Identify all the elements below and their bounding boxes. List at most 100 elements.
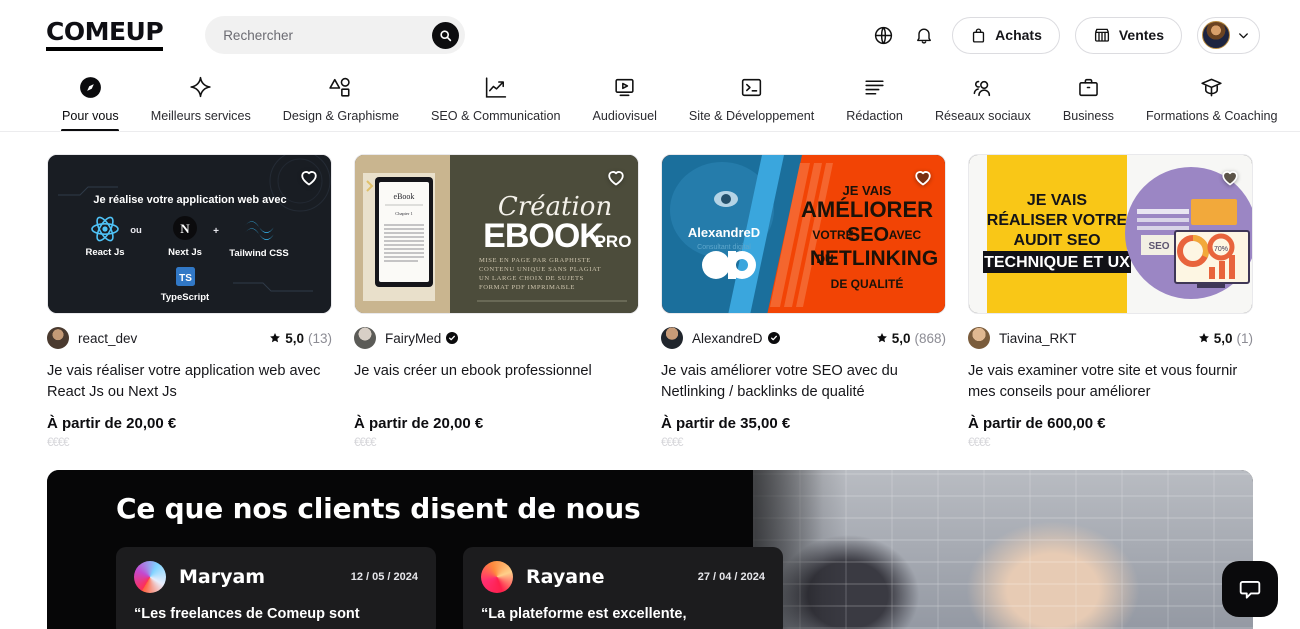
nav-item-audiovisuel[interactable]: Audiovisuel [576,74,672,123]
header-actions: Achats Ventes [870,16,1260,54]
svg-text:TECHNIQUE ET UX: TECHNIQUE ET UX [984,254,1130,271]
storefront-icon [1094,28,1109,42]
trend-up-icon [483,74,508,100]
notifications-button[interactable] [911,22,937,48]
testimonial-header: Maryam 12 / 05 / 2024 [134,561,418,593]
verified-badge-icon [767,332,780,344]
seller-name[interactable]: FairyMed [385,331,441,346]
briefcase-icon [1076,74,1101,100]
service-card[interactable]: AlexandreD Consultant digital JE VAIS AM… [661,154,946,449]
seller-name[interactable]: Tiavina_RKT [999,331,1077,346]
testimonial-name: Maryam [179,566,266,588]
chat-widget-button[interactable] [1222,561,1278,617]
thumbnail-art-yellow-audit: JE VAIS RÉALISER VOTRE AUDIT SEO TECHNIQ… [969,155,1252,313]
account-menu-button[interactable] [1197,16,1260,54]
service-title[interactable]: Je vais examiner votre site et vous four… [968,361,1253,403]
nav-item-site-developpement[interactable]: Site & Développement [673,74,830,123]
nav-divider [0,131,1300,132]
svg-text:+: + [213,226,219,237]
rating-score: 5,0 [891,330,911,346]
nav-item-seo-communication[interactable]: SEO & Communication [415,74,577,123]
purchases-button[interactable]: Achats [952,16,1060,54]
service-thumbnail[interactable]: Je réalise votre application web avec Re… [47,154,332,314]
verified-badge-icon [446,332,459,344]
thumbnail-art-orange-seo: AlexandreD Consultant digital JE VAIS AM… [662,155,945,313]
testimonial-date: 12 / 05 / 2024 [350,571,418,583]
seller-name[interactable]: AlexandreD [692,331,763,346]
rating: 5,0 (1) [1198,331,1253,346]
service-thumbnail[interactable]: AlexandreD Consultant digital JE VAIS AM… [661,154,946,314]
service-title[interactable]: Je vais améliorer votre SEO avec du Netl… [661,361,946,403]
favorite-heart-icon[interactable] [1219,166,1241,193]
price-range-indicator: €€€€ [968,437,991,449]
service-price: À partir de 600,00 € [968,415,1106,432]
favorite-heart-icon[interactable] [912,166,934,193]
seller-avatar [968,327,990,349]
service-price: À partir de 20,00 € [47,415,177,432]
service-card-grid: Je réalise votre application web avec Re… [0,132,1300,449]
nav-item-formations-coaching[interactable]: Formations & Coaching [1130,74,1294,123]
star-icon [1198,333,1209,343]
nav-item-reseaux-sociaux[interactable]: Réseaux sociaux [919,74,1047,123]
purchases-label: Achats [995,27,1042,43]
svg-text:TypeScript: TypeScript [161,292,210,303]
seller-row: FairyMed [354,327,639,349]
search-submit-button[interactable] [432,21,460,49]
rating-count: (13) [307,330,332,346]
price-range-indicator: €€€€ [661,437,684,449]
testimonial-quote: “La plateforme est excellente, [481,606,687,622]
chat-bubble-icon [1239,581,1261,599]
service-card[interactable]: Je réalise votre application web avec Re… [47,154,332,449]
nav-item-meilleurs-services[interactable]: Meilleurs services [135,74,267,123]
testimonial-quote: “Les freelances de Comeup sont [134,606,360,622]
nav-item-redaction[interactable]: Rédaction [830,74,919,123]
svg-text:DE QUALITÉ: DE QUALITÉ [831,276,904,291]
svg-text:SEO: SEO [1148,241,1169,252]
favorite-heart-icon[interactable] [605,166,627,193]
svg-text:N: N [180,221,190,236]
seller-avatar [354,327,376,349]
svg-text:CONTENU UNIQUE SANS PLAGIAT: CONTENU UNIQUE SANS PLAGIAT [479,266,601,273]
svg-text:70%: 70% [1214,246,1228,253]
service-title[interactable]: Je vais réaliser votre application web a… [47,361,332,403]
svg-text:Tailwind CSS: Tailwind CSS [229,248,288,259]
price-range-indicator: €€€€ [354,437,377,449]
text-lines-icon [862,74,887,100]
testimonial-card[interactable]: Rayane 27 / 04 / 2024 “La plateforme est… [463,547,783,629]
testimonial-date: 27 / 04 / 2024 [697,571,765,583]
language-button[interactable] [870,22,896,48]
service-card[interactable]: eBook Chapter 1 Création EBOOK PRO MISE … [354,154,639,449]
testimonial-card[interactable]: Maryam 12 / 05 / 2024 “Les freelances de… [116,547,436,629]
seller-row: AlexandreD 5,0 (868) [661,327,946,349]
favorite-heart-icon[interactable] [298,166,320,193]
bell-icon [917,28,932,44]
people-icon [970,74,995,100]
nav-item-business[interactable]: Business [1047,74,1130,123]
seller-name[interactable]: react_dev [78,331,137,346]
service-title[interactable]: Je vais créer un ebook professionnel [354,361,639,403]
svg-text:React Js: React Js [85,247,124,258]
banner-title: Ce que nos clients disent de nous [116,492,641,525]
service-thumbnail[interactable]: JE VAIS RÉALISER VOTRE AUDIT SEO TECHNIQ… [968,154,1253,314]
service-thumbnail[interactable]: eBook Chapter 1 Création EBOOK PRO MISE … [354,154,639,314]
testimonial-avatar [134,561,166,593]
rating: 5,0 (13) [269,331,332,346]
service-card[interactable]: JE VAIS RÉALISER VOTRE AUDIT SEO TECHNIQ… [968,154,1253,449]
seller-avatar [47,327,69,349]
sales-label: Ventes [1118,27,1164,43]
rating: 5,0 (868) [876,331,946,346]
search-bar[interactable] [205,16,466,54]
nav-item-pour-vous[interactable]: Pour vous [46,74,135,132]
service-price: À partir de 20,00 € [354,415,484,432]
comeup-logo[interactable]: COMEUP [46,19,164,51]
nav-label: SEO & Communication [430,109,561,123]
nav-item-design-graphisme[interactable]: Design & Graphisme [267,74,415,123]
nav-label: Réseaux sociaux [934,109,1031,123]
shapes-icon [328,74,353,100]
search-input[interactable] [223,27,433,43]
nav-label: Rédaction [846,109,903,123]
category-navigation: Pour vous Meilleurs services Design & Gr… [0,70,1300,132]
sales-button[interactable]: Ventes [1074,16,1182,54]
svg-text:MISE EN PAGE PAR GRAPHISTE: MISE EN PAGE PAR GRAPHISTE [479,257,591,264]
price-range-indicator: €€€€ [47,437,70,449]
